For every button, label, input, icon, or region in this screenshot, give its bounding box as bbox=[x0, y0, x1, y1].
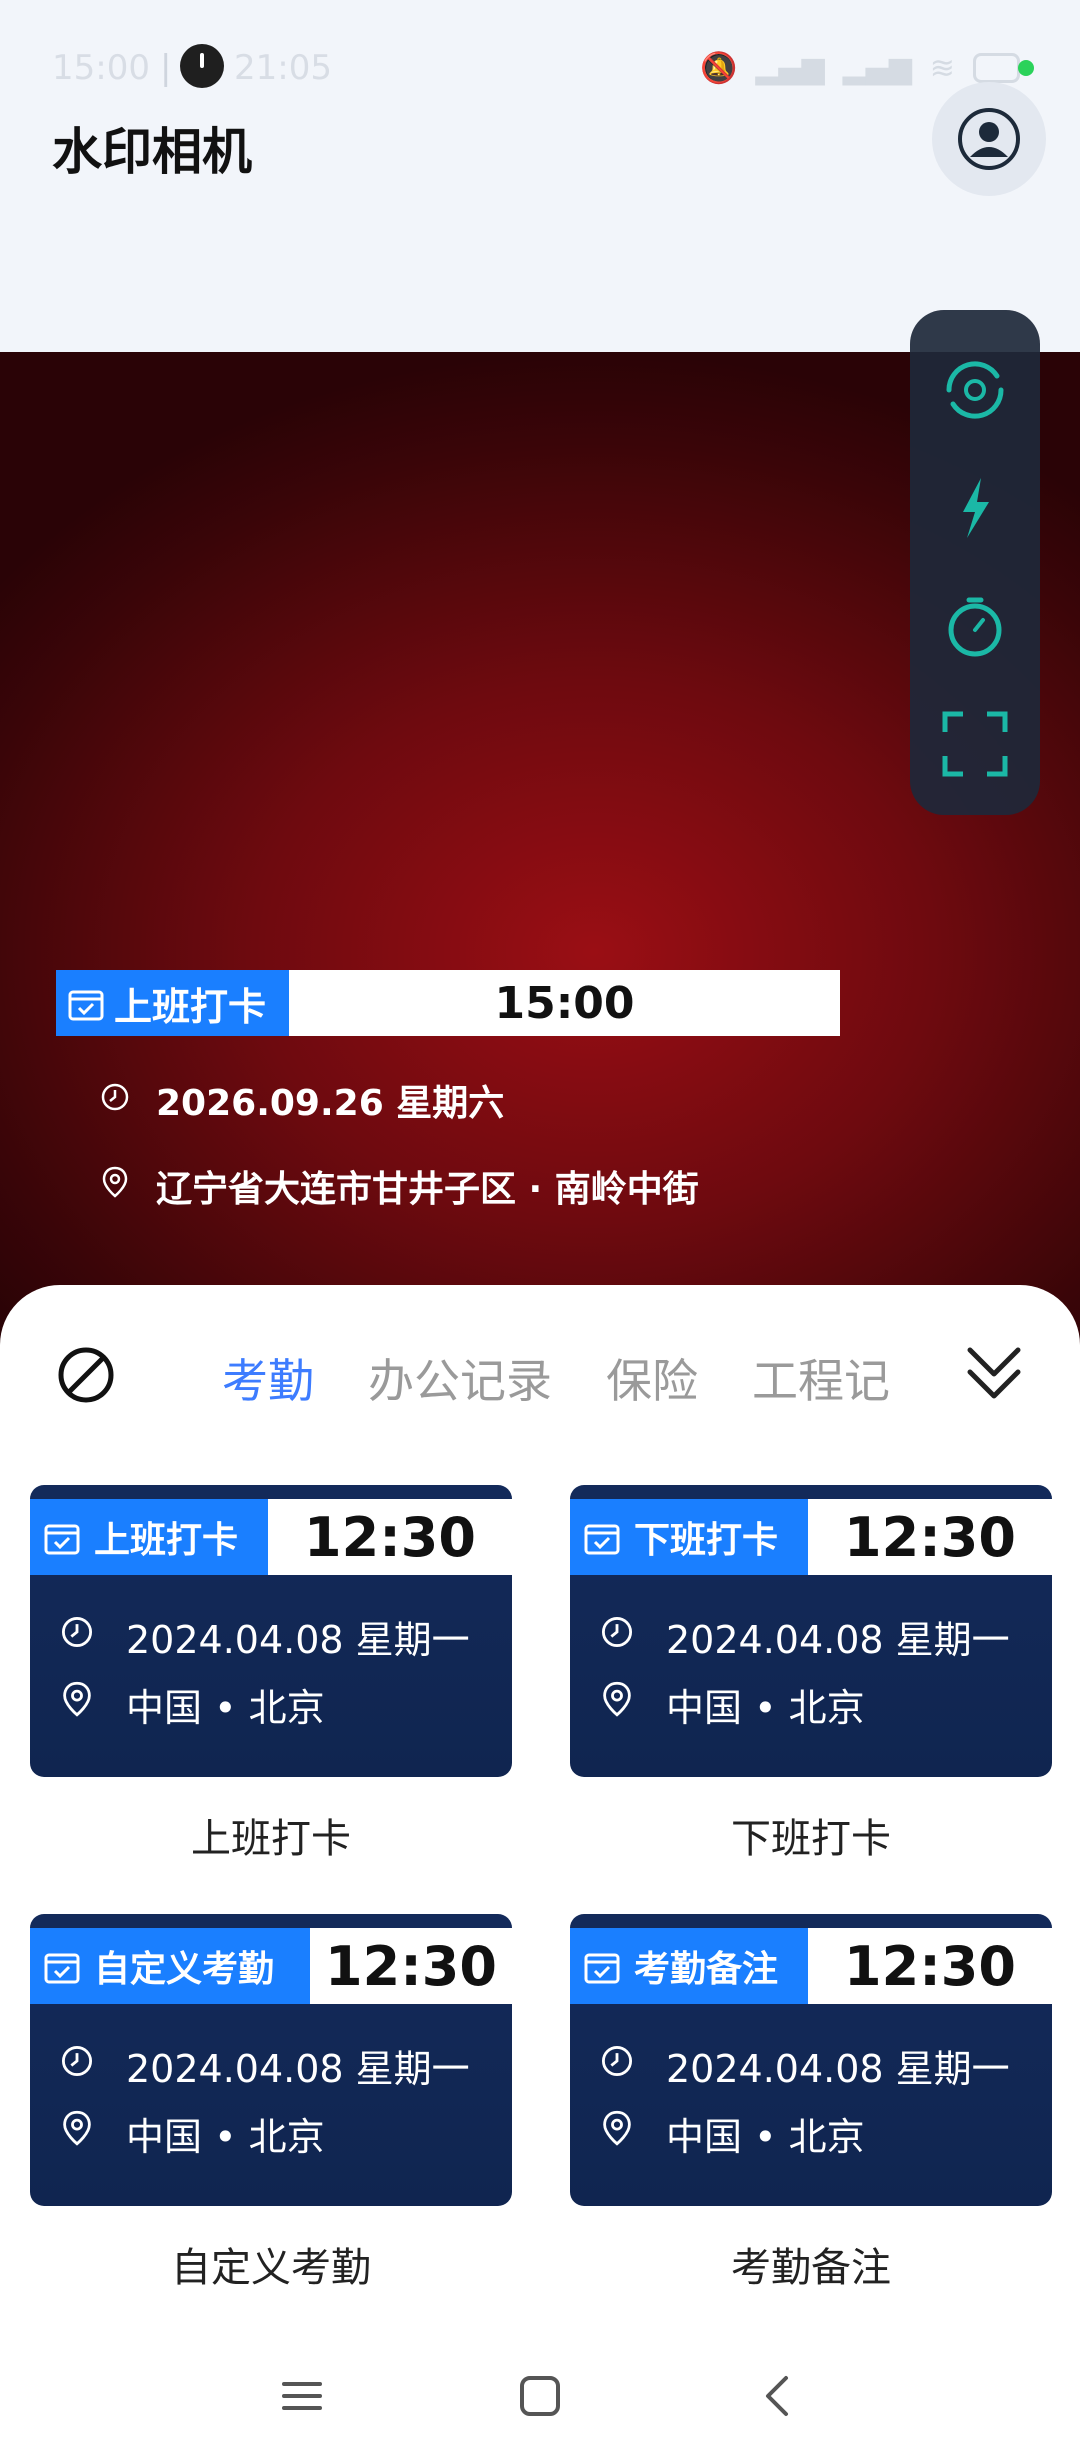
card-header: 考勤备注 12:30 bbox=[570, 1928, 1052, 2004]
clock-icon bbox=[601, 1616, 633, 1648]
calendar-check-icon bbox=[584, 1953, 620, 1984]
location-icon bbox=[63, 2110, 91, 2146]
chevron-down-icon[interactable] bbox=[964, 1342, 1024, 1404]
card-location: 中国 • 北京 bbox=[126, 2115, 325, 2159]
clock-icon bbox=[101, 1083, 129, 1111]
watermark-tag-label: 上班打卡 bbox=[114, 984, 267, 1029]
user-icon bbox=[958, 108, 1020, 170]
card-label[interactable]: 上班打卡 bbox=[30, 1806, 512, 1864]
card-header: 下班打卡 12:30 bbox=[570, 1499, 1052, 1575]
template-card-clock-in[interactable]: 上班打卡 12:30 2024.04.08 星期一 中国 • 北京 bbox=[30, 1485, 512, 1777]
clock-icon bbox=[601, 2045, 633, 2077]
card-tag-label: 自定义考勤 bbox=[94, 1949, 275, 1990]
template-card-custom-attendance[interactable]: 自定义考勤 12:30 2024.04.08 星期一 中国 • 北京 bbox=[30, 1914, 512, 2206]
card-header: 上班打卡 12:30 bbox=[30, 1499, 512, 1575]
tab-insurance[interactable]: 保险 bbox=[606, 1345, 698, 1405]
card-tag: 下班打卡 bbox=[570, 1499, 808, 1575]
signal-icon: ▂▄▆ bbox=[755, 50, 825, 86]
mute-icon: 🔕 bbox=[700, 50, 738, 86]
card-location: 中国 • 北京 bbox=[666, 2115, 865, 2159]
card-tag-label: 上班打卡 bbox=[94, 1520, 239, 1561]
battery-icon bbox=[972, 53, 1020, 83]
card-tag: 自定义考勤 bbox=[30, 1928, 310, 2004]
calendar-check-icon bbox=[68, 990, 104, 1021]
watermark-date: 2026.09.26 星期六 bbox=[156, 1083, 505, 1124]
back-icon[interactable] bbox=[756, 2374, 800, 2418]
clock-icon bbox=[61, 2045, 93, 2077]
card-date: 2024.04.08 星期一 bbox=[666, 1618, 1010, 1662]
card-time: 12:30 bbox=[325, 1934, 497, 1998]
card-date: 2024.04.08 星期一 bbox=[126, 1618, 470, 1662]
watermark-location: 辽宁省大连市甘井子区 · 南岭中街 bbox=[156, 1169, 699, 1210]
watermark-time: 15:00 bbox=[494, 977, 635, 1029]
preview-watermark-header[interactable]: 上班打卡 15:00 bbox=[56, 970, 840, 1036]
category-tabs: 考勤 办公记录 保险 工程记 bbox=[222, 1345, 912, 1405]
tab-attendance[interactable]: 考勤 bbox=[222, 1345, 314, 1405]
fullscreen-icon[interactable] bbox=[935, 704, 1015, 784]
page-title: 水印相机 bbox=[52, 123, 252, 181]
watermark-tag: 上班打卡 bbox=[56, 970, 289, 1036]
switch-camera-icon[interactable] bbox=[935, 350, 1015, 430]
location-icon bbox=[63, 1681, 91, 1717]
card-location: 中国 • 北京 bbox=[126, 1686, 325, 1730]
card-tag: 考勤备注 bbox=[570, 1928, 808, 2004]
camera-toolbar bbox=[910, 310, 1040, 815]
card-tag-label: 考勤备注 bbox=[634, 1949, 779, 1990]
card-time: 12:30 bbox=[844, 1505, 1016, 1569]
clock-icon bbox=[61, 1616, 93, 1648]
card-header: 自定义考勤 12:30 bbox=[30, 1928, 512, 2004]
calendar-check-icon bbox=[584, 1524, 620, 1555]
card-date: 2024.04.08 星期一 bbox=[126, 2047, 470, 2091]
no-watermark-icon[interactable] bbox=[56, 1345, 116, 1405]
privacy-indicator bbox=[1018, 60, 1034, 76]
card-time: 12:30 bbox=[844, 1934, 1016, 1998]
menu-icon[interactable] bbox=[280, 2374, 324, 2418]
calendar-check-icon bbox=[44, 1953, 80, 1984]
card-date: 2024.04.08 星期一 bbox=[666, 2047, 1010, 2091]
template-card-clock-out[interactable]: 下班打卡 12:30 2024.04.08 星期一 中国 • 北京 bbox=[570, 1485, 1052, 1777]
location-icon bbox=[102, 1166, 128, 1198]
signal-icon-2: ▂▄▆ bbox=[842, 50, 912, 86]
status-divider: | bbox=[160, 48, 172, 88]
home-icon[interactable] bbox=[518, 2374, 562, 2418]
card-tag: 上班打卡 bbox=[30, 1499, 268, 1575]
card-label[interactable]: 下班打卡 bbox=[570, 1806, 1052, 1864]
clock-app-icon bbox=[180, 44, 224, 88]
card-label[interactable]: 考勤备注 bbox=[570, 2235, 1052, 2293]
tab-engineering[interactable]: 工程记 bbox=[752, 1345, 890, 1405]
calendar-check-icon bbox=[44, 1524, 80, 1555]
profile-button[interactable] bbox=[932, 82, 1046, 196]
system-icons: 🔕 ▂▄▆ ▂▄▆ ≋ bbox=[700, 48, 1020, 88]
card-location: 中国 • 北京 bbox=[666, 1686, 865, 1730]
status-clock-time: 21:05 bbox=[234, 48, 332, 88]
card-time: 12:30 bbox=[304, 1505, 476, 1569]
status-time: 15:00 bbox=[52, 48, 150, 88]
template-card-attendance-note[interactable]: 考勤备注 12:30 2024.04.08 星期一 中国 • 北京 bbox=[570, 1914, 1052, 2206]
location-icon bbox=[603, 2110, 631, 2146]
card-label[interactable]: 自定义考勤 bbox=[30, 2235, 512, 2293]
location-icon bbox=[603, 1681, 631, 1717]
wifi-icon: ≋ bbox=[929, 50, 955, 86]
timer-icon[interactable] bbox=[935, 586, 1015, 666]
card-tag-label: 下班打卡 bbox=[634, 1520, 779, 1561]
tab-office-record[interactable]: 办公记录 bbox=[368, 1345, 552, 1405]
flash-icon[interactable] bbox=[935, 468, 1015, 548]
